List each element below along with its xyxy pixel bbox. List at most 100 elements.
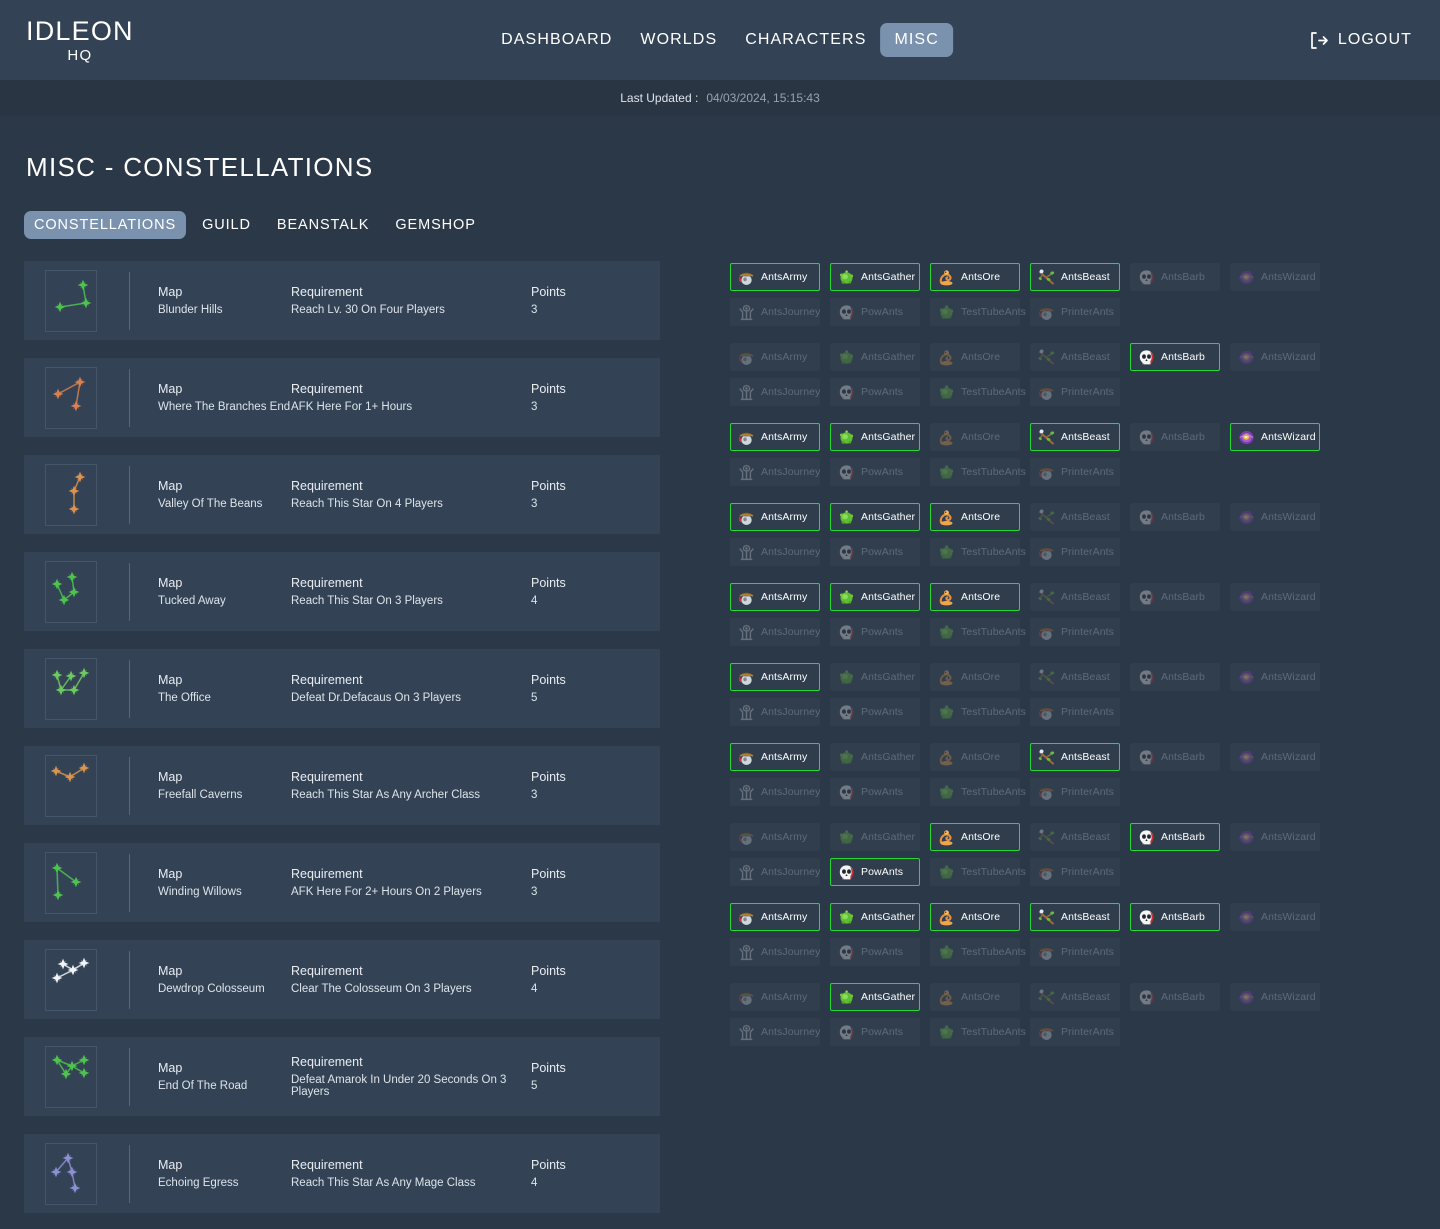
ant-chip-wizard[interactable]: AntsWizard (1230, 983, 1320, 1011)
ant-chip-beast[interactable]: AntsBeast (1030, 343, 1120, 371)
ant-chip-beast[interactable]: AntsBeast (1030, 743, 1120, 771)
ant-chip-ore[interactable]: AntsOre (930, 903, 1020, 931)
ant-chip-army[interactable]: AntsArmy (730, 903, 820, 931)
ant-chip-beast[interactable]: AntsBeast (1030, 503, 1120, 531)
ant-chip-journey[interactable]: AntsJourney (730, 378, 820, 406)
ant-chip-pow[interactable]: PowAnts (830, 458, 920, 486)
ant-chip-ore[interactable]: AntsOre (930, 663, 1020, 691)
ant-chip-wizard[interactable]: AntsWizard (1230, 583, 1320, 611)
ant-chip-ore[interactable]: AntsOre (930, 983, 1020, 1011)
ant-chip-gather[interactable]: AntsGather (830, 423, 920, 451)
ant-chip-barb[interactable]: AntsBarb (1130, 263, 1220, 291)
ant-chip-pow[interactable]: PowAnts (830, 778, 920, 806)
ant-chip-printer[interactable]: PrinterAnts (1030, 298, 1120, 326)
constellation-row[interactable]: Map Dewdrop Colosseum Requirement Clear … (24, 940, 660, 1019)
ant-chip-journey[interactable]: AntsJourney (730, 298, 820, 326)
ant-chip-pow[interactable]: PowAnts (830, 538, 920, 566)
constellation-row[interactable]: Map The Office Requirement Defeat Dr.Def… (24, 649, 660, 728)
ant-chip-printer[interactable]: PrinterAnts (1030, 538, 1120, 566)
ant-chip-gather[interactable]: AntsGather (830, 663, 920, 691)
ant-chip-pow[interactable]: PowAnts (830, 698, 920, 726)
nav-item-worlds[interactable]: WORLDS (626, 23, 731, 57)
ant-chip-wizard[interactable]: AntsWizard (1230, 263, 1320, 291)
ant-chip-ore[interactable]: AntsOre (930, 343, 1020, 371)
ant-chip-testtube[interactable]: TestTubeAnts (930, 298, 1026, 326)
ant-chip-printer[interactable]: PrinterAnts (1030, 458, 1120, 486)
ant-chip-gather[interactable]: AntsGather (830, 903, 920, 931)
ant-chip-gather[interactable]: AntsGather (830, 743, 920, 771)
ant-chip-journey[interactable]: AntsJourney (730, 458, 820, 486)
constellation-row[interactable]: Map Valley Of The Beans Requirement Reac… (24, 455, 660, 534)
ant-chip-testtube[interactable]: TestTubeAnts (930, 538, 1026, 566)
ant-chip-barb[interactable]: AntsBarb (1130, 583, 1220, 611)
tab-gemshop[interactable]: GEMSHOP (385, 211, 485, 239)
ant-chip-barb[interactable]: AntsBarb (1130, 903, 1220, 931)
ant-chip-gather[interactable]: AntsGather (830, 263, 920, 291)
ant-chip-pow[interactable]: PowAnts (830, 858, 920, 886)
ant-chip-gather[interactable]: AntsGather (830, 983, 920, 1011)
ant-chip-wizard[interactable]: AntsWizard (1230, 903, 1320, 931)
ant-chip-printer[interactable]: PrinterAnts (1030, 778, 1120, 806)
constellation-row[interactable]: Map Blunder Hills Requirement Reach Lv. … (24, 261, 660, 340)
ant-chip-printer[interactable]: PrinterAnts (1030, 938, 1120, 966)
constellation-row[interactable]: Map Tucked Away Requirement Reach This S… (24, 552, 660, 631)
ant-chip-wizard[interactable]: AntsWizard (1230, 663, 1320, 691)
ant-chip-ore[interactable]: AntsOre (930, 423, 1020, 451)
constellation-row[interactable]: Map Echoing Egress Requirement Reach Thi… (24, 1134, 660, 1213)
ant-chip-ore[interactable]: AntsOre (930, 823, 1020, 851)
constellation-row[interactable]: Map Freefall Caverns Requirement Reach T… (24, 746, 660, 825)
ant-chip-printer[interactable]: PrinterAnts (1030, 618, 1120, 646)
nav-item-misc[interactable]: MISC (880, 23, 953, 57)
ant-chip-barb[interactable]: AntsBarb (1130, 503, 1220, 531)
ant-chip-wizard[interactable]: AntsWizard (1230, 823, 1320, 851)
constellation-row[interactable]: Map End Of The Road Requirement Defeat A… (24, 1037, 660, 1116)
constellation-row[interactable]: Map Winding Willows Requirement AFK Here… (24, 843, 660, 922)
ant-chip-gather[interactable]: AntsGather (830, 583, 920, 611)
ant-chip-testtube[interactable]: TestTubeAnts (930, 378, 1026, 406)
ant-chip-beast[interactable]: AntsBeast (1030, 583, 1120, 611)
ant-chip-testtube[interactable]: TestTubeAnts (930, 938, 1026, 966)
ant-chip-testtube[interactable]: TestTubeAnts (930, 618, 1026, 646)
ant-chip-printer[interactable]: PrinterAnts (1030, 1018, 1120, 1046)
ant-chip-barb[interactable]: AntsBarb (1130, 423, 1220, 451)
ant-chip-wizard[interactable]: AntsWizard (1230, 423, 1320, 451)
ant-chip-beast[interactable]: AntsBeast (1030, 423, 1120, 451)
ant-chip-wizard[interactable]: AntsWizard (1230, 343, 1320, 371)
ant-chip-testtube[interactable]: TestTubeAnts (930, 778, 1026, 806)
ant-chip-printer[interactable]: PrinterAnts (1030, 378, 1120, 406)
ant-chip-beast[interactable]: AntsBeast (1030, 983, 1120, 1011)
ant-chip-journey[interactable]: AntsJourney (730, 1018, 820, 1046)
nav-item-characters[interactable]: CHARACTERS (731, 23, 880, 57)
ant-chip-beast[interactable]: AntsBeast (1030, 263, 1120, 291)
ant-chip-pow[interactable]: PowAnts (830, 378, 920, 406)
ant-chip-pow[interactable]: PowAnts (830, 938, 920, 966)
ant-chip-testtube[interactable]: TestTubeAnts (930, 458, 1026, 486)
ant-chip-wizard[interactable]: AntsWizard (1230, 503, 1320, 531)
ant-chip-beast[interactable]: AntsBeast (1030, 903, 1120, 931)
ant-chip-army[interactable]: AntsArmy (730, 743, 820, 771)
ant-chip-journey[interactable]: AntsJourney (730, 778, 820, 806)
ant-chip-testtube[interactable]: TestTubeAnts (930, 858, 1026, 886)
ant-chip-army[interactable]: AntsArmy (730, 343, 820, 371)
ant-chip-printer[interactable]: PrinterAnts (1030, 858, 1120, 886)
ant-chip-journey[interactable]: AntsJourney (730, 858, 820, 886)
ant-chip-barb[interactable]: AntsBarb (1130, 823, 1220, 851)
ant-chip-army[interactable]: AntsArmy (730, 823, 820, 851)
ant-chip-testtube[interactable]: TestTubeAnts (930, 1018, 1026, 1046)
constellation-row[interactable]: Map Where The Branches End Requirement A… (24, 358, 660, 437)
ant-chip-printer[interactable]: PrinterAnts (1030, 698, 1120, 726)
ant-chip-ore[interactable]: AntsOre (930, 583, 1020, 611)
ant-chip-pow[interactable]: PowAnts (830, 618, 920, 646)
ant-chip-army[interactable]: AntsArmy (730, 663, 820, 691)
ant-chip-journey[interactable]: AntsJourney (730, 938, 820, 966)
nav-item-dashboard[interactable]: DASHBOARD (487, 23, 626, 57)
ant-chip-barb[interactable]: AntsBarb (1130, 983, 1220, 1011)
ant-chip-ore[interactable]: AntsOre (930, 503, 1020, 531)
tab-guild[interactable]: GUILD (192, 211, 261, 239)
ant-chip-army[interactable]: AntsArmy (730, 423, 820, 451)
ant-chip-pow[interactable]: PowAnts (830, 1018, 920, 1046)
ant-chip-barb[interactable]: AntsBarb (1130, 663, 1220, 691)
ant-chip-ore[interactable]: AntsOre (930, 263, 1020, 291)
ant-chip-journey[interactable]: AntsJourney (730, 618, 820, 646)
tab-beanstalk[interactable]: BEANSTALK (267, 211, 379, 239)
